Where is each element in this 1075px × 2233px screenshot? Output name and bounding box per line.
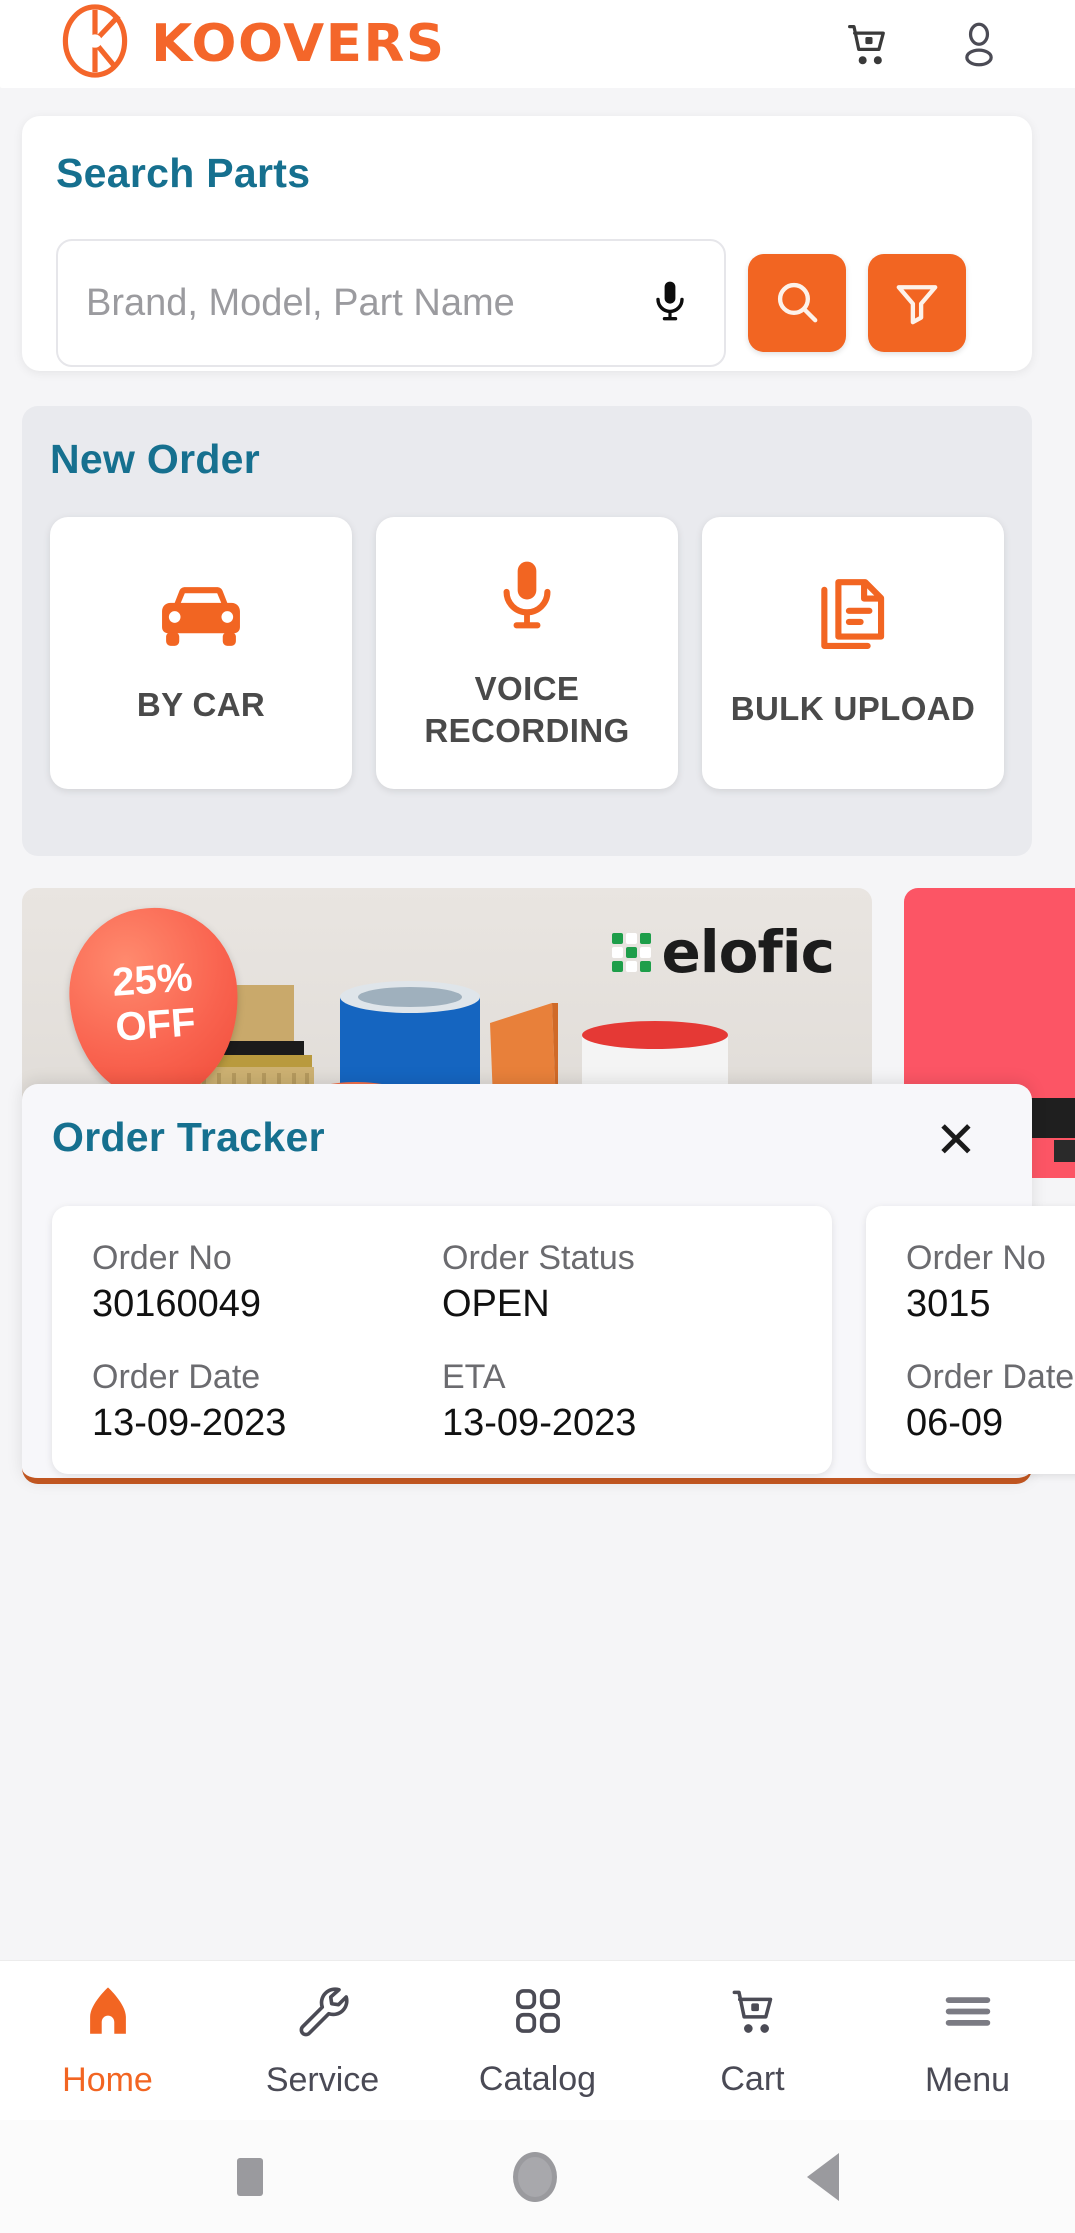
- bottom-navigation: Home Service Catalog Cart Menu: [0, 1960, 1075, 2120]
- main-scroll-area[interactable]: Search Parts Brand, Model, Part Name New…: [0, 88, 1075, 1960]
- order-eta-field: ETA 13-09-2023: [442, 1355, 792, 1446]
- triangle-back-icon[interactable]: [806, 2152, 839, 2201]
- nav-label: Service: [265, 2060, 380, 2099]
- order-cards-carousel[interactable]: Order No 30160049 Order Status OPEN Orde…: [52, 1206, 1075, 1474]
- nav-item-home[interactable]: Home: [0, 1982, 215, 2100]
- shopping-cart-icon[interactable]: [839, 16, 895, 72]
- car-icon: [158, 581, 244, 658]
- nav-label: Home: [62, 2060, 153, 2099]
- order-no-field: Order No 30160049: [92, 1236, 442, 1327]
- order-tracker-header: Order Tracker ✕: [52, 1114, 1002, 1170]
- nav-item-cart[interactable]: Cart: [645, 1983, 860, 2099]
- brand-name: KOOVERS: [151, 14, 446, 74]
- tile-voice-recording[interactable]: VOICE RECORDING: [376, 517, 678, 789]
- order-no-field: Order No 3015: [906, 1236, 1075, 1327]
- new-order-card: New Order BY CAR VOICE RECORDING BULK UP…: [22, 406, 1032, 856]
- order-tracker-sheet: Order Tracker ✕ Order No 30160049 Order …: [22, 1084, 1075, 1484]
- field-label: Order Date: [906, 1358, 1075, 1397]
- search-parts-card: Search Parts: [22, 116, 1032, 371]
- nav-label: Menu: [924, 2060, 1011, 2099]
- field-label: Order No: [92, 1239, 232, 1277]
- field-label: Order Date: [92, 1358, 261, 1397]
- search-parts-title: Search Parts: [56, 150, 311, 196]
- hamburger-menu-icon: [939, 1982, 997, 2045]
- microphone-icon[interactable]: [646, 277, 694, 330]
- elofic-brand-logo: elofic: [612, 918, 835, 986]
- new-order-tiles: BY CAR VOICE RECORDING BULK UPLOAD: [50, 517, 1004, 789]
- grid-icon: [510, 1983, 566, 2044]
- nav-item-service[interactable]: Service: [215, 1982, 430, 2100]
- field-value: 3015: [906, 1282, 991, 1325]
- circle-home-icon[interactable]: [512, 2151, 557, 2202]
- app-root: KOOVERS Search Parts Brand, Model, Part …: [0, 0, 1075, 2233]
- discount-percent: 25%: [110, 955, 194, 1005]
- order-card[interactable]: Order No 3015 Order Date 06-09: [866, 1206, 1075, 1474]
- header-actions: [839, 16, 1037, 72]
- status-badge: OPEN: [442, 1282, 550, 1325]
- microphone-icon: [492, 555, 562, 642]
- brand-logo-group[interactable]: KOOVERS: [58, 4, 446, 78]
- order-date-field: Order Date 13-09-2023: [92, 1355, 442, 1446]
- cart-icon: [725, 1983, 781, 2044]
- search-icon: [771, 276, 823, 331]
- field-label: ETA: [442, 1358, 506, 1397]
- search-button[interactable]: [748, 254, 846, 352]
- tile-by-car[interactable]: BY CAR: [50, 517, 352, 789]
- search-field-wrapper[interactable]: [56, 239, 726, 367]
- wrench-icon: [294, 1982, 352, 2045]
- koovers-circle-logo: [62, 4, 128, 78]
- filter-funnel-icon: [891, 276, 943, 331]
- android-system-bar: [0, 2120, 1075, 2233]
- field-value: 13-09-2023: [442, 1402, 637, 1445]
- home-icon: [79, 1982, 137, 2045]
- nav-label: Catalog: [478, 2059, 597, 2098]
- new-order-title: New Order: [50, 436, 261, 482]
- square-recents-icon[interactable]: [236, 2157, 263, 2196]
- app-header: KOOVERS: [0, 0, 1075, 88]
- field-value: 06-09: [906, 1402, 1004, 1445]
- field-value: 13-09-2023: [92, 1402, 287, 1445]
- user-account-icon[interactable]: [951, 16, 1007, 72]
- elofic-brand-name: elofic: [661, 918, 835, 986]
- filter-button[interactable]: [868, 254, 966, 352]
- field-value: 30160049: [92, 1282, 262, 1325]
- tile-label: VOICE RECORDING: [424, 670, 630, 749]
- tile-label: BY CAR: [136, 685, 266, 723]
- search-row: [56, 239, 998, 367]
- order-date-field: Order Date 06-09: [906, 1355, 1075, 1446]
- close-icon[interactable]: ✕: [926, 1110, 986, 1170]
- order-card[interactable]: Order No 30160049 Order Status OPEN Orde…: [52, 1206, 832, 1474]
- tile-label: BULK UPLOAD: [730, 689, 976, 727]
- document-upload-icon: [815, 577, 891, 662]
- tile-bulk-upload[interactable]: BULK UPLOAD: [702, 517, 1004, 789]
- elofic-mark-icon: [612, 932, 652, 972]
- nav-item-menu[interactable]: Menu: [860, 1982, 1075, 2100]
- field-label: Order No: [906, 1239, 1046, 1277]
- discount-label: OFF: [114, 1000, 197, 1050]
- nav-item-catalog[interactable]: Catalog: [430, 1983, 645, 2099]
- order-tracker-title: Order Tracker: [52, 1114, 325, 1160]
- field-label: Order Status: [442, 1239, 635, 1277]
- search-input[interactable]: [86, 281, 646, 325]
- order-status-field: Order Status OPEN: [442, 1236, 792, 1327]
- nav-label: Cart: [720, 2059, 785, 2098]
